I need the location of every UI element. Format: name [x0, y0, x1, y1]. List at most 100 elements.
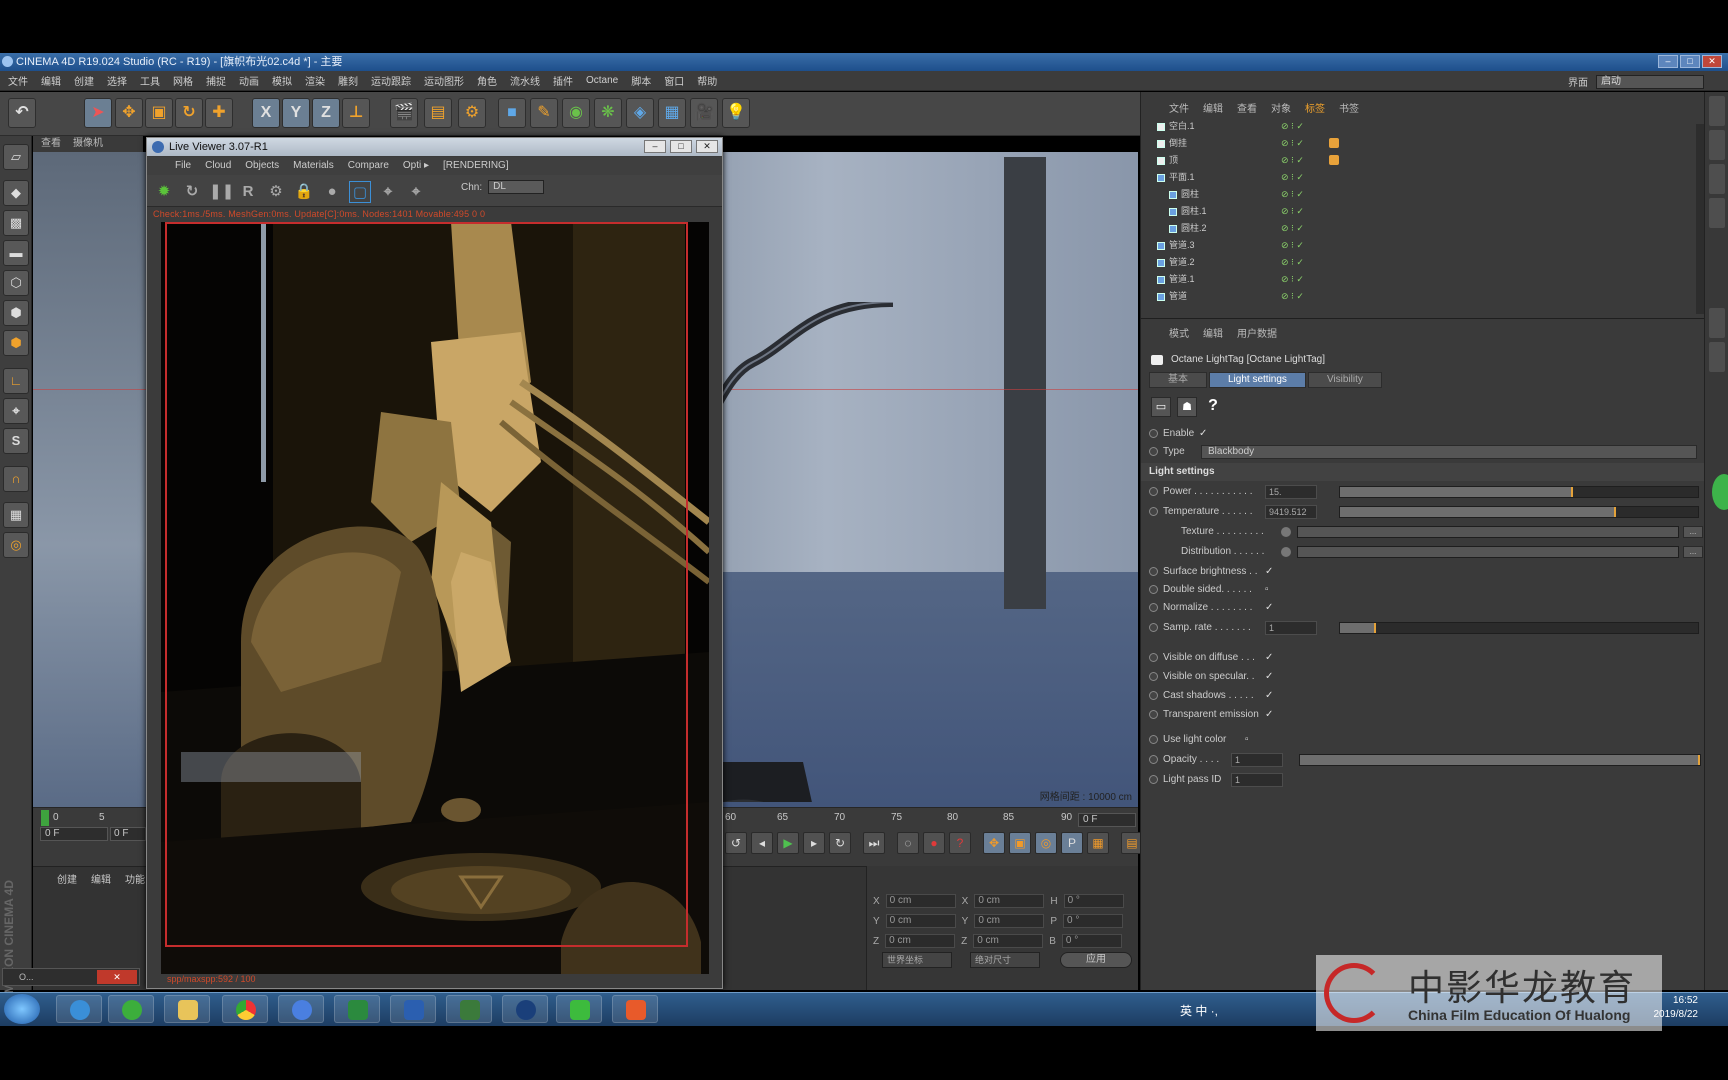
taskbar-explorer-icon[interactable] [164, 995, 210, 1023]
key-position-icon[interactable]: ✥ [983, 832, 1005, 854]
tab-light-settings[interactable]: Light settings [1209, 372, 1306, 388]
position-x-field[interactable]: 0 cm [885, 894, 956, 908]
undo-icon[interactable]: ↶ [8, 98, 36, 128]
side-tab-content[interactable] [1708, 130, 1725, 160]
rotation-b-field[interactable]: 0 ° [1061, 934, 1122, 948]
taskbar-camtasia-red-icon[interactable] [612, 995, 658, 1023]
spline-pen-icon[interactable]: ✎ [530, 98, 558, 128]
current-frame-field[interactable]: 0 F [40, 827, 108, 841]
end-frame-field[interactable]: 0 F [1078, 813, 1136, 827]
side-tab-structure[interactable] [1708, 164, 1725, 194]
polygons-mode-icon[interactable]: ⬢ [3, 330, 29, 356]
material-tab-create[interactable]: 创建 [57, 871, 77, 886]
edges-mode-icon[interactable]: ⬢ [3, 300, 29, 326]
lv-menu-file[interactable]: File [175, 157, 191, 175]
coordinate-space-dropdown[interactable]: 世界坐标 [882, 952, 952, 968]
om-menu-edit[interactable]: 编辑 [1203, 100, 1223, 116]
goto-start-icon[interactable]: ↺ [725, 832, 747, 854]
object-row[interactable]: 圆柱.1 ⊘ ⁝ ✓ [1149, 203, 1689, 220]
help-icon[interactable]: ? [1203, 397, 1223, 417]
menu-item[interactable]: 工具 [140, 73, 160, 88]
texture-link-icon[interactable] [1281, 527, 1291, 537]
menu-item[interactable]: 窗口 [664, 73, 684, 88]
material-tab-function[interactable]: 功能 [125, 871, 145, 886]
scale-tool-icon[interactable]: ▣ [145, 98, 173, 128]
taskbar-cinema4d-icon[interactable] [502, 995, 548, 1023]
taskbar-baidu-icon[interactable] [278, 995, 324, 1023]
object-row[interactable]: 管道 ⊘ ⁝ ✓ [1149, 288, 1689, 305]
system-tray-ime[interactable]: 英 中 ·, [1180, 1002, 1218, 1019]
start-button[interactable] [4, 994, 40, 1024]
lv-maximize-button[interactable]: □ [670, 140, 692, 153]
lv-menu-objects[interactable]: Objects [245, 157, 279, 175]
light-preset-icon[interactable]: ▭ [1151, 397, 1171, 417]
material-tab-edit[interactable]: 编辑 [91, 871, 111, 886]
opacity-slider[interactable] [1299, 754, 1701, 766]
animate-dot-icon[interactable] [1149, 653, 1158, 662]
settings-gear-icon[interactable]: ⚙ [265, 181, 287, 203]
menu-item[interactable]: 渲染 [305, 73, 325, 88]
animate-dot-icon[interactable] [1149, 623, 1158, 632]
visibility-flags[interactable]: ⊘ ⁝ ✓ [1281, 220, 1304, 237]
menu-item[interactable]: 运动跟踪 [371, 73, 411, 88]
goto-end-icon[interactable]: ⏭ [863, 832, 885, 854]
taskbar-camtasia-green-icon[interactable] [556, 995, 602, 1023]
distribution-link-field[interactable] [1297, 546, 1679, 558]
tab-basic[interactable]: 基本 [1149, 372, 1207, 388]
render-settings-icon[interactable]: ⚙ [458, 98, 486, 128]
x-axis-lock-button[interactable]: X [252, 98, 280, 128]
samp-rate-slider[interactable] [1339, 622, 1699, 634]
y-axis-lock-button[interactable]: Y [282, 98, 310, 128]
om-menu-bookmarks[interactable]: 书签 [1339, 100, 1359, 116]
keyframe-selection-icon[interactable]: ? [949, 832, 971, 854]
distribution-link-icon[interactable] [1281, 547, 1291, 557]
light-people-icon[interactable]: ☗ [1177, 397, 1197, 417]
animate-dot-icon[interactable] [1149, 567, 1158, 576]
record-keys-icon[interactable]: ◌ [897, 832, 919, 854]
render-output-image[interactable] [161, 222, 709, 974]
menu-item[interactable]: 选择 [107, 73, 127, 88]
surface-brightness-checkbox[interactable]: ✓ [1265, 563, 1273, 581]
distribution-browse-button[interactable]: ... [1683, 546, 1703, 558]
position-y-field[interactable]: 0 cm [885, 914, 956, 928]
lv-menu-cloud[interactable]: Cloud [205, 157, 231, 175]
visibility-flags[interactable]: ⊘ ⁝ ✓ [1281, 203, 1304, 220]
playhead-marker[interactable] [41, 810, 49, 826]
axis-mode-icon[interactable]: ∟ [3, 368, 29, 394]
deformer-icon[interactable]: ◈ [626, 98, 654, 128]
subdivision-surface-icon[interactable]: ◉ [562, 98, 590, 128]
live-select-icon[interactable]: ✚ [205, 98, 233, 128]
lv-minimize-button[interactable]: – [644, 140, 666, 153]
size-mode-dropdown[interactable]: 绝对尺寸 [970, 952, 1040, 968]
pick-target-icon[interactable]: ⌖ [405, 181, 427, 203]
material-ball-icon[interactable]: ● [321, 181, 343, 203]
visibility-flags[interactable]: ⊘ ⁝ ✓ [1281, 135, 1304, 152]
power-field[interactable]: 15. [1265, 485, 1317, 499]
animate-dot-icon[interactable] [1149, 755, 1158, 764]
am-menu-edit[interactable]: 编辑 [1203, 325, 1223, 341]
type-dropdown[interactable]: Blackbody [1201, 445, 1697, 459]
texture-mode-icon[interactable]: ▩ [3, 210, 29, 236]
double-sided-checkbox[interactable]: ▫ [1265, 581, 1269, 599]
taskbar-ie-icon[interactable] [56, 995, 102, 1023]
animate-dot-icon[interactable] [1149, 691, 1158, 700]
object-row[interactable]: 管道.1 ⊘ ⁝ ✓ [1149, 271, 1689, 288]
menu-item[interactable]: 模拟 [272, 73, 292, 88]
animate-dot-icon[interactable] [1149, 672, 1158, 681]
light-tag-icon[interactable] [1329, 138, 1339, 148]
object-row[interactable]: 管道.3 ⊘ ⁝ ✓ [1149, 237, 1689, 254]
region-render-icon[interactable]: R [237, 181, 259, 203]
min-frame-field[interactable]: 0 F [110, 827, 146, 841]
cube-primitive-icon[interactable]: ■ [498, 98, 526, 128]
power-slider[interactable] [1339, 486, 1699, 498]
maximize-button[interactable]: □ [1680, 55, 1700, 68]
menu-item[interactable]: 插件 [553, 73, 573, 88]
workplane-icon[interactable]: ▬ [3, 240, 29, 266]
menu-item[interactable]: 角色 [477, 73, 497, 88]
layout-dropdown[interactable]: 启动 [1596, 74, 1704, 89]
points-mode-icon[interactable]: ⬡ [3, 270, 29, 296]
minimized-close-button[interactable]: ✕ [97, 970, 137, 984]
texture-browse-button[interactable]: ... [1683, 526, 1703, 538]
viewport-tab-camera[interactable]: 摄像机 [73, 136, 103, 152]
loop-icon[interactable]: ↻ [829, 832, 851, 854]
